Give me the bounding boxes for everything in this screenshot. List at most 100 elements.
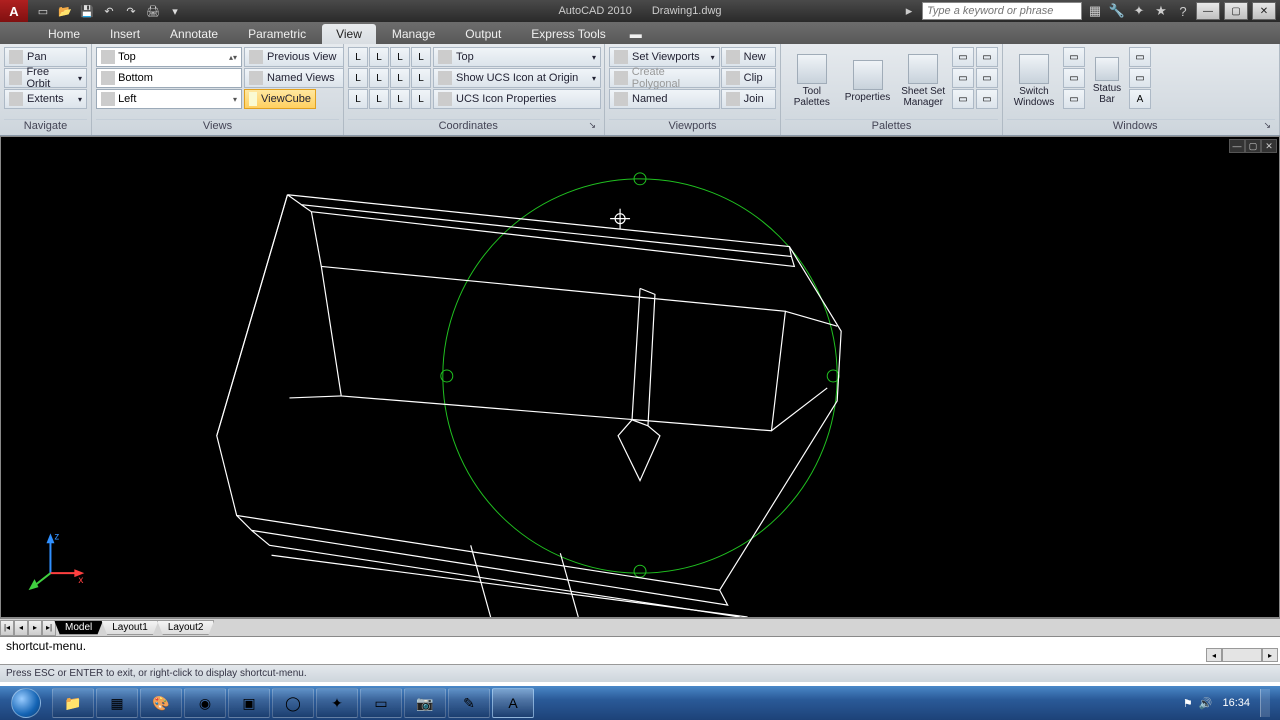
view-bottom-combo[interactable]: Bottom <box>96 68 242 88</box>
layout-tab-model[interactable]: Model <box>54 620 103 635</box>
create-polygonal-button[interactable]: Create Polygonal <box>609 68 720 88</box>
ucs-btn-3[interactable]: L <box>390 47 410 67</box>
taskbar-app-2[interactable]: ▦ <box>96 688 138 718</box>
pan-button[interactable]: Pan <box>4 47 87 67</box>
ucs-btn-4[interactable]: L <box>411 47 431 67</box>
switch-windows-button[interactable]: Switch Windows <box>1007 47 1061 115</box>
status-bar-button[interactable]: Status Bar <box>1087 47 1127 115</box>
taskbar-app-chrome[interactable]: ◯ <box>272 688 314 718</box>
help-icon[interactable]: ? <box>1174 2 1192 20</box>
taskbar-app-3[interactable]: 🎨 <box>140 688 182 718</box>
ucs-btn-12[interactable]: L <box>411 89 431 109</box>
palette-small-5[interactable]: ▭ <box>976 68 998 88</box>
ucs-props-button[interactable]: UCS Icon Properties <box>433 89 601 109</box>
ucs-btn-6[interactable]: L <box>369 68 389 88</box>
tab-express-tools[interactable]: Express Tools <box>517 24 619 44</box>
palette-small-4[interactable]: ▭ <box>976 47 998 67</box>
window-small-6[interactable]: A <box>1129 89 1151 109</box>
join-viewport-button[interactable]: Join <box>721 89 776 109</box>
show-desktop-button[interactable] <box>1260 689 1270 717</box>
taskbar-clock[interactable]: 16:34 <box>1222 697 1250 709</box>
qat-new-icon[interactable]: ▭ <box>34 3 52 19</box>
tray-flag-icon[interactable]: ⚑ <box>1183 697 1193 710</box>
free-orbit-button[interactable]: Free Orbit▾ <box>4 68 87 88</box>
tab-insert[interactable]: Insert <box>96 24 154 44</box>
qat-dropdown-icon[interactable]: ▾ <box>166 3 184 19</box>
window-small-3[interactable]: ▭ <box>1063 89 1085 109</box>
ucs-btn-1[interactable]: L <box>348 47 368 67</box>
new-viewport-button[interactable]: New <box>721 47 776 67</box>
command-line[interactable]: shortcut-menu. ◂ ▸ <box>0 636 1280 664</box>
set-viewports-button[interactable]: Set Viewports▾ <box>609 47 720 67</box>
ucs-btn-11[interactable]: L <box>390 89 410 109</box>
extents-button[interactable]: Extents▾ <box>4 89 87 109</box>
previous-view-button[interactable]: Previous View <box>244 47 344 67</box>
cmd-scroll-left[interactable]: ◂ <box>1206 648 1222 662</box>
taskbar-app-8[interactable]: ▭ <box>360 688 402 718</box>
taskbar-app-autocad[interactable]: A <box>492 688 534 718</box>
taskbar-app-10[interactable]: ✎ <box>448 688 490 718</box>
start-button[interactable] <box>2 687 50 719</box>
drawing-viewport[interactable]: — ▢ ✕ <box>0 136 1280 618</box>
qat-redo-icon[interactable]: ↷ <box>122 3 140 19</box>
vp-close-button[interactable]: ✕ <box>1261 139 1277 153</box>
ucs-btn-2[interactable]: L <box>369 47 389 67</box>
tab-annotate[interactable]: Annotate <box>156 24 232 44</box>
system-tray[interactable]: ⚑ 🔊 <box>1183 697 1213 710</box>
qat-undo-icon[interactable]: ↶ <box>100 3 118 19</box>
window-small-5[interactable]: ▭ <box>1129 68 1151 88</box>
taskbar-app-4[interactable]: ◉ <box>184 688 226 718</box>
cmd-scroll-right[interactable]: ▸ <box>1262 648 1278 662</box>
close-button[interactable]: ✕ <box>1252 2 1276 20</box>
qat-open-icon[interactable]: 📂 <box>56 3 74 19</box>
palette-small-1[interactable]: ▭ <box>952 47 974 67</box>
show-ucs-button[interactable]: Show UCS Icon at Origin▾ <box>433 68 601 88</box>
layout-next-button[interactable]: ▸ <box>28 620 42 636</box>
properties-button[interactable]: Properties <box>841 47 895 115</box>
tab-manage[interactable]: Manage <box>378 24 449 44</box>
tab-home[interactable]: Home <box>34 24 94 44</box>
view-left-combo[interactable]: Left▾ <box>96 89 242 109</box>
ucs-btn-5[interactable]: L <box>348 68 368 88</box>
favorite-icon[interactable]: ✦ <box>1130 2 1148 20</box>
maximize-button[interactable]: ▢ <box>1224 2 1248 20</box>
layout-prev-button[interactable]: ◂ <box>14 620 28 636</box>
qat-save-icon[interactable]: 💾 <box>78 3 96 19</box>
taskbar-app-explorer[interactable]: 📁 <box>52 688 94 718</box>
ucs-btn-10[interactable]: L <box>369 89 389 109</box>
sheet-set-manager-button[interactable]: Sheet Set Manager <box>896 47 950 115</box>
cmd-scroll-track[interactable] <box>1222 648 1262 662</box>
view-top-combo[interactable]: Top▴▾ <box>96 47 242 67</box>
window-small-2[interactable]: ▭ <box>1063 68 1085 88</box>
vp-minimize-button[interactable]: — <box>1229 139 1245 153</box>
palette-small-6[interactable]: ▭ <box>976 89 998 109</box>
layout-tab-layout1[interactable]: Layout1 <box>101 620 159 635</box>
taskbar-app-7[interactable]: ✦ <box>316 688 358 718</box>
layout-tab-layout2[interactable]: Layout2 <box>157 620 215 635</box>
key-icon[interactable]: 🔧 <box>1108 2 1126 20</box>
palette-small-2[interactable]: ▭ <box>952 68 974 88</box>
named-viewport-button[interactable]: Named <box>609 89 720 109</box>
ucs-top-combo[interactable]: Top▾ <box>433 47 601 67</box>
tray-volume-icon[interactable]: 🔊 <box>1199 697 1213 710</box>
model-canvas[interactable]: z x <box>1 137 1279 617</box>
tab-output[interactable]: Output <box>451 24 515 44</box>
tab-view[interactable]: View <box>322 24 376 44</box>
window-small-1[interactable]: ▭ <box>1063 47 1085 67</box>
tool-palettes-button[interactable]: Tool Palettes <box>785 47 839 115</box>
ucs-btn-7[interactable]: L <box>390 68 410 88</box>
taskbar-app-5[interactable]: ▣ <box>228 688 270 718</box>
tab-parametric[interactable]: Parametric <box>234 24 320 44</box>
tab-extra-icon[interactable]: ▬ <box>622 24 650 44</box>
infocenter-icon[interactable]: ▦ <box>1086 2 1104 20</box>
viewcube-button[interactable]: ViewCube <box>244 89 316 109</box>
menu-toggle-icon[interactable]: ▸ <box>900 2 918 20</box>
palette-small-3[interactable]: ▭ <box>952 89 974 109</box>
minimize-button[interactable]: — <box>1196 2 1220 20</box>
star-icon[interactable]: ★ <box>1152 2 1170 20</box>
ucs-btn-8[interactable]: L <box>411 68 431 88</box>
layout-last-button[interactable]: ▸| <box>42 620 56 636</box>
named-views-button[interactable]: Named Views <box>244 68 344 88</box>
qat-plot-icon[interactable]: 🖨 <box>144 3 162 19</box>
clip-viewport-button[interactable]: Clip <box>721 68 776 88</box>
